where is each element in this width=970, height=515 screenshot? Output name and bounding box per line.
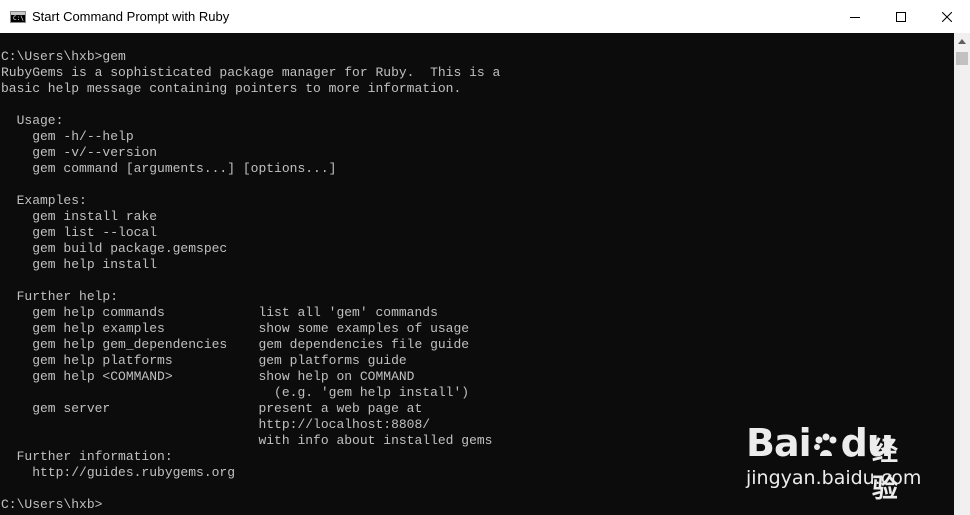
console-line: C:\Users\hxb> bbox=[1, 497, 103, 512]
console-line bbox=[0, 177, 954, 193]
console-line: gem -h/--help bbox=[1, 129, 134, 144]
console-line: (e.g. 'gem help install') bbox=[1, 385, 470, 400]
console-line: basic help message containing pointers t… bbox=[1, 81, 462, 96]
console-line: Further help: bbox=[1, 289, 119, 304]
paw-icon bbox=[813, 433, 837, 456]
console-line: gem help <COMMAND> show help on COMMAND bbox=[1, 369, 415, 384]
close-icon bbox=[942, 11, 952, 22]
minimize-button[interactable] bbox=[832, 0, 878, 33]
window-title: Start Command Prompt with Ruby bbox=[32, 9, 230, 24]
console-line: Examples: bbox=[1, 193, 87, 208]
maximize-icon bbox=[896, 11, 906, 22]
console-line: Usage: bbox=[1, 113, 64, 128]
scroll-up-button[interactable] bbox=[954, 33, 970, 50]
console-line bbox=[0, 273, 954, 289]
console-line: gem help commands list all 'gem' command… bbox=[1, 305, 438, 320]
console-line: RubyGems is a sophisticated package mana… bbox=[1, 65, 501, 80]
watermark-brand: Bai du bbox=[746, 421, 894, 465]
console-line: C:\Users\hxb>gem bbox=[1, 49, 126, 64]
window-controls bbox=[832, 0, 970, 33]
title-bar[interactable]: C:\ Start Command Prompt with Ruby bbox=[0, 0, 970, 34]
watermark-url: jingyan.baidu.com bbox=[746, 467, 922, 489]
console-line: gem -v/--version bbox=[1, 145, 158, 160]
console-line: gem help gem_dependencies gem dependenci… bbox=[1, 337, 470, 352]
maximize-button[interactable] bbox=[878, 0, 924, 33]
console-line: gem list --local bbox=[1, 225, 158, 240]
console-line: gem help install bbox=[1, 257, 158, 272]
close-button[interactable] bbox=[924, 0, 970, 33]
minimize-icon bbox=[850, 16, 860, 18]
console-line: gem build package.gemspec bbox=[1, 241, 228, 256]
console-line: gem help examples show some examples of … bbox=[1, 321, 470, 336]
cmd-icon: C:\ bbox=[10, 10, 26, 23]
vertical-scrollbar[interactable] bbox=[954, 33, 970, 515]
console-line: gem help platforms gem platforms guide bbox=[1, 353, 407, 368]
baidu-jingyan-watermark: Bai du 经验 jingyan.baidu.com bbox=[746, 413, 922, 504]
chevron-up-icon bbox=[958, 39, 966, 44]
console-line: gem install rake bbox=[1, 209, 158, 224]
scroll-thumb[interactable] bbox=[956, 52, 968, 65]
console-line bbox=[0, 97, 954, 113]
console-line: gem command [arguments...] [options...] bbox=[1, 161, 337, 176]
